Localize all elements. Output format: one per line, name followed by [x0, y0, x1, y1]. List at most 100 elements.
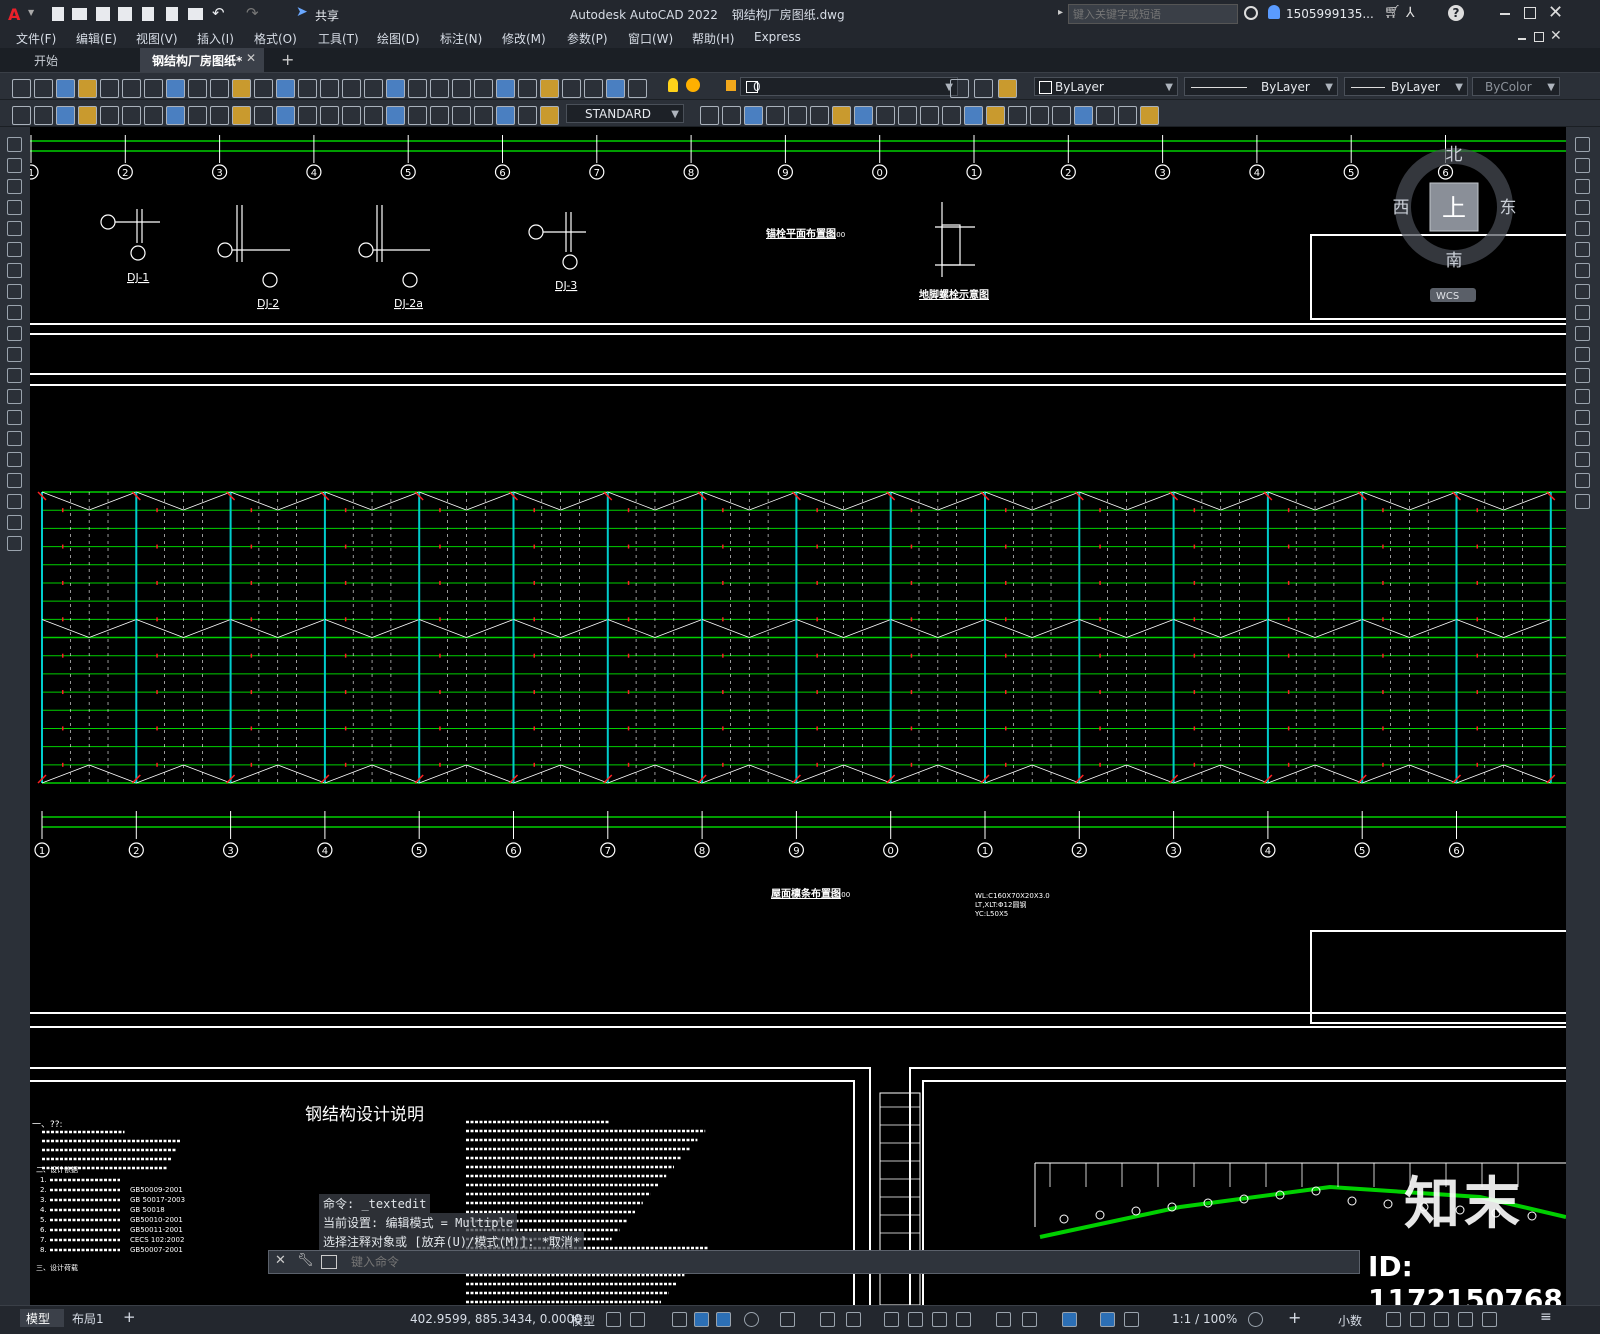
menu-help[interactable]: 帮助(H) — [692, 30, 734, 47]
ucs-icon[interactable] — [996, 1312, 1011, 1327]
undo-icon[interactable]: ↶ — [212, 4, 225, 22]
clean-screen-icon[interactable] — [1482, 1312, 1497, 1327]
plotstyle-dropdown[interactable]: ByColor ▼ — [1472, 77, 1560, 96]
dimension-tool-icon-9[interactable] — [188, 106, 207, 125]
cart-icon[interactable]: 🛒︎ — [1384, 5, 1401, 20]
standard-tool-icon-28[interactable] — [606, 79, 625, 98]
draw-tool-icon-8[interactable] — [7, 284, 22, 299]
draw-tool-icon-15[interactable] — [7, 431, 22, 446]
lock-ui-icon[interactable] — [1410, 1312, 1425, 1327]
draw-tool-icon-7[interactable] — [7, 263, 22, 278]
draw-tool-icon-19[interactable] — [7, 515, 22, 530]
standard-tool-icon-4[interactable] — [78, 79, 97, 98]
dimension-tool-icon-6[interactable] — [122, 106, 141, 125]
viewcube-wcs[interactable]: WCS — [1436, 291, 1459, 302]
layout-tab-model[interactable]: 模型 — [20, 1309, 64, 1327]
standard-tool-icon-13[interactable] — [276, 79, 295, 98]
menu-express[interactable]: Express — [754, 30, 801, 44]
standard-tool-icon-12[interactable] — [254, 79, 273, 98]
text-style-dropdown[interactable]: STANDARD ▼ — [566, 104, 684, 123]
app-menu-arrow-icon[interactable]: ▼ — [28, 8, 34, 17]
dimension-tool-icon-35[interactable] — [898, 106, 917, 125]
snap-icon[interactable] — [630, 1312, 645, 1327]
dimension-tool-icon-36[interactable] — [920, 106, 939, 125]
viewcube[interactable]: 上 北 南 东 西 WCS — [1393, 145, 1517, 302]
modify-tool-icon-10[interactable] — [1575, 326, 1590, 341]
infer-constraints-icon[interactable] — [672, 1312, 687, 1327]
viewcube-west[interactable]: 西 — [1393, 198, 1410, 218]
viewcube-south[interactable]: 南 — [1446, 251, 1463, 271]
doc-close-icon[interactable]: ✕ — [1550, 28, 1562, 44]
new-file-icon[interactable] — [52, 7, 64, 21]
command-prompt-icon[interactable] — [321, 1255, 337, 1269]
dimension-tool-icon-22[interactable] — [474, 106, 493, 125]
menu-insert[interactable]: 插入(I) — [197, 30, 234, 47]
share-icon[interactable]: ➤ — [296, 4, 308, 20]
open-file-icon[interactable] — [72, 8, 87, 20]
dynamic-input-icon[interactable] — [694, 1312, 709, 1327]
standard-tool-icon-17[interactable] — [364, 79, 383, 98]
plot-icon[interactable] — [188, 8, 203, 20]
draw-tool-icon-2[interactable] — [7, 158, 22, 173]
dimension-tool-icon-46[interactable] — [1140, 106, 1159, 125]
draw-tool-icon-18[interactable] — [7, 494, 22, 509]
dimension-tool-icon-19[interactable] — [408, 106, 427, 125]
standard-tool-icon-25[interactable] — [540, 79, 559, 98]
doc-restore-icon[interactable] — [1534, 32, 1544, 42]
dimension-tool-icon-10[interactable] — [210, 106, 229, 125]
linetype-dropdown[interactable]: ByLayer ▼ — [1184, 77, 1338, 96]
standard-tool-icon-30[interactable] — [950, 79, 969, 98]
dimension-tool-icon-17[interactable] — [364, 106, 383, 125]
dimension-tool-icon-29[interactable] — [766, 106, 785, 125]
autodesk-a360-icon[interactable]: ⅄ — [1406, 5, 1415, 21]
menu-dimension[interactable]: 标注(N) — [440, 30, 482, 47]
user-name[interactable]: 1505999135... — [1286, 7, 1374, 21]
maximize-icon[interactable] — [1524, 7, 1536, 19]
viewcube-east[interactable]: 东 — [1500, 198, 1517, 218]
layout-tab-1[interactable]: 布局1 — [72, 1310, 104, 1327]
dimension-tool-icon-7[interactable] — [144, 106, 163, 125]
modify-tool-icon-3[interactable] — [1575, 179, 1590, 194]
modify-tool-icon-7[interactable] — [1575, 263, 1590, 278]
isolate-objects-icon[interactable] — [1434, 1312, 1449, 1327]
viewcube-top[interactable]: 上 — [1442, 194, 1466, 222]
dimension-tool-icon-40[interactable] — [1008, 106, 1027, 125]
modify-tool-icon-6[interactable] — [1575, 242, 1590, 257]
share-label[interactable]: 共享 — [315, 7, 339, 24]
annotation-scale-value[interactable]: 1:1 / 100% — [1172, 1312, 1237, 1326]
menu-draw[interactable]: 绘图(D) — [377, 30, 420, 47]
modify-tool-icon-11[interactable] — [1575, 347, 1590, 362]
new-tab-icon[interactable]: + — [281, 50, 294, 69]
ortho-icon[interactable] — [716, 1312, 731, 1327]
dimension-tool-icon-15[interactable] — [320, 106, 339, 125]
modify-tool-icon-2[interactable] — [1575, 158, 1590, 173]
dimension-tool-icon-5[interactable] — [100, 106, 119, 125]
modify-tool-icon-16[interactable] — [1575, 452, 1590, 467]
model-space-toggle[interactable]: 模型 — [571, 1312, 595, 1329]
standard-tool-icon-10[interactable] — [210, 79, 229, 98]
dimension-tool-icon-32[interactable] — [832, 106, 851, 125]
modify-tool-icon-17[interactable] — [1575, 473, 1590, 488]
annotation-monitor-icon[interactable]: + — [1288, 1308, 1301, 1327]
doc-minimize-icon[interactable] — [1518, 38, 1526, 40]
draw-tool-icon-12[interactable] — [7, 368, 22, 383]
dimension-tool-icon-34[interactable] — [876, 106, 895, 125]
tab-close-icon[interactable]: ✕ — [246, 51, 256, 65]
standard-tool-icon-15[interactable] — [320, 79, 339, 98]
dimension-tool-icon-4[interactable] — [78, 106, 97, 125]
dimension-tool-icon-1[interactable] — [12, 106, 31, 125]
standard-tool-icon-2[interactable] — [34, 79, 53, 98]
draw-tool-icon-1[interactable] — [7, 137, 22, 152]
search-expand-icon[interactable]: ▸ — [1058, 7, 1063, 18]
lineweight-dropdown[interactable]: ByLayer ▼ — [1344, 77, 1468, 96]
workspace-gear-icon[interactable] — [1248, 1312, 1263, 1327]
annotation-scale-auto-icon[interactable] — [1100, 1312, 1115, 1327]
transparency-icon[interactable] — [908, 1312, 923, 1327]
dimension-tool-icon-33[interactable] — [854, 106, 873, 125]
standard-tool-icon-14[interactable] — [298, 79, 317, 98]
color-dropdown[interactable]: ByLayer ▼ — [1034, 77, 1178, 96]
standard-tool-icon-1[interactable] — [12, 79, 31, 98]
tab-start[interactable]: 开始 — [20, 48, 138, 72]
dimension-tool-icon-11[interactable] — [232, 106, 251, 125]
command-customize-icon[interactable]: 🔧︎ — [297, 1253, 314, 1268]
